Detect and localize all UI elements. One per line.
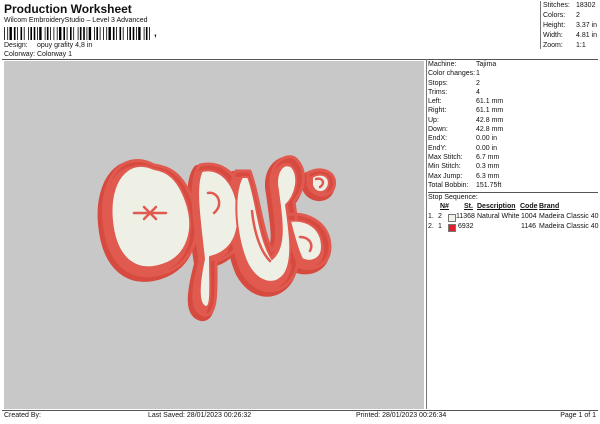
detail-row: Max Stitch: 6.7 mm	[428, 154, 598, 163]
software-subtitle: Wilcom EmbroideryStudio – Level 3 Advanc…	[4, 17, 148, 24]
detail-value: 1	[476, 70, 480, 78]
detail-label: Up:	[428, 116, 439, 124]
col-description: Description	[477, 203, 516, 211]
detail-label: Left:	[428, 98, 442, 106]
printed-date: Printed: 28/01/2023 00:26:34	[356, 412, 447, 419]
thread-swatch	[448, 214, 456, 223]
detail-value: 151.75ft	[476, 181, 502, 189]
detail-value: 0.00 in	[476, 144, 498, 152]
detail-value: 42.8 mm	[476, 116, 504, 124]
summary-value: 2	[576, 12, 580, 19]
detail-label: Color changes:	[428, 70, 476, 78]
detail-value: 4	[476, 88, 480, 96]
detail-row: Machine: Tajima	[428, 61, 598, 70]
last-saved: Last Saved: 28/01/2023 00:26:32	[148, 412, 252, 419]
detail-label: EndX:	[428, 135, 448, 143]
detail-label: Total Bobbin:	[428, 181, 469, 189]
col-st: St.	[464, 203, 473, 211]
detail-value: 0.00 in	[476, 135, 498, 143]
detail-label: Right:	[428, 107, 447, 115]
thread-swatch	[448, 224, 456, 233]
row-index: 1.	[428, 213, 434, 221]
row-code: 1146	[521, 223, 537, 231]
colorway-label: Colorway:	[4, 51, 36, 58]
col-brand: Brand	[539, 203, 560, 211]
detail-value: 6.7 mm	[476, 153, 500, 161]
sequence-rule	[428, 192, 598, 194]
worksheet-title: Production Worksheet	[4, 2, 132, 16]
detail-row: Max Jump: 6.3 mm	[428, 173, 598, 182]
detail-value: 6.3 mm	[476, 172, 500, 180]
page-number: Page 1 of 1	[560, 412, 596, 419]
design-preview-canvas[interactable]	[4, 61, 424, 409]
detail-row: Right: 61.1 mm	[428, 107, 598, 116]
detail-label: Trims:	[428, 88, 448, 96]
summary-value: 1:1	[576, 42, 586, 49]
detail-value: 61.1 mm	[476, 98, 504, 106]
design-value: opuy grafity 4,8 in	[37, 42, 93, 49]
panel-divider	[426, 59, 427, 409]
detail-row: EndY: 0.00 in	[428, 145, 598, 154]
row-description: Natural White	[477, 213, 520, 221]
summary-label: Stitches:	[543, 2, 570, 9]
detail-value: 42.8 mm	[476, 126, 504, 134]
summary-label: Height:	[543, 22, 566, 29]
barcode-suffix: ,	[154, 28, 157, 39]
detail-label: Max Stitch:	[428, 153, 463, 161]
detail-row: Color changes: 1	[428, 70, 598, 79]
barcode	[4, 27, 150, 40]
detail-row: Trims: 4	[428, 89, 598, 98]
detail-row: Down: 42.8 mm	[428, 126, 598, 135]
detail-row: Up: 42.8 mm	[428, 117, 598, 126]
row-index: 2.	[428, 223, 434, 231]
detail-label: EndY:	[428, 144, 447, 152]
embroidery-design-image	[97, 155, 337, 321]
design-label: Design:	[4, 42, 28, 49]
detail-value: Tajima	[476, 61, 497, 68]
sequence-row: 2. 1 6932 1146 Madeira Classic 40	[428, 223, 599, 233]
row-num: 2	[438, 213, 442, 221]
detail-row: Min Stitch: 0.3 mm	[428, 163, 598, 172]
footer-rule	[2, 410, 598, 411]
detail-label: Down:	[428, 126, 448, 134]
col-code: Code	[520, 203, 538, 211]
detail-row: Stops: 2	[428, 80, 598, 89]
detail-value: 2	[476, 79, 480, 87]
detail-value: 61.1 mm	[476, 107, 504, 115]
sequence-row: 1. 2 11368 Natural White 1004 Madeira Cl…	[428, 213, 599, 223]
detail-row: EndX: 0.00 in	[428, 135, 598, 144]
summary-label: Colors:	[543, 12, 566, 19]
summary-value: 3.37 in	[576, 22, 598, 29]
colorway-value: Colorway 1	[37, 51, 73, 58]
detail-label: Stops:	[428, 79, 448, 87]
col-num: N#	[440, 203, 449, 211]
row-stitches: 6932	[458, 223, 474, 231]
row-code: 1004	[521, 213, 537, 221]
sequence-header: N# St. Description Code Brand	[428, 203, 598, 213]
row-num: 1	[438, 223, 442, 231]
header-rule	[2, 59, 598, 60]
row-stitches: 11368	[456, 213, 475, 221]
summary-value: 18302	[576, 2, 596, 9]
summary-value: 4.81 in	[576, 32, 598, 39]
created-by: Created By:	[4, 412, 41, 419]
detail-row: Total Bobbin: 151.75ft	[428, 182, 598, 191]
detail-label: Machine:	[428, 61, 457, 68]
detail-value: 0.3 mm	[476, 163, 500, 171]
row-brand: Madeira Classic 40	[539, 213, 599, 221]
summary-label: Zoom:	[543, 42, 563, 49]
detail-label: Min Stitch:	[428, 163, 461, 171]
summary-label: Width:	[543, 32, 563, 39]
stop-sequence-title: Stop Sequence:	[428, 194, 478, 202]
summary-divider	[540, 1, 541, 49]
detail-label: Max Jump:	[428, 172, 463, 180]
detail-row: Left: 61.1 mm	[428, 98, 598, 107]
row-brand: Madeira Classic 40	[539, 223, 599, 231]
machine-details-panel: Machine: Tajima Color changes: 1 Stops: 2 T…	[428, 61, 599, 233]
